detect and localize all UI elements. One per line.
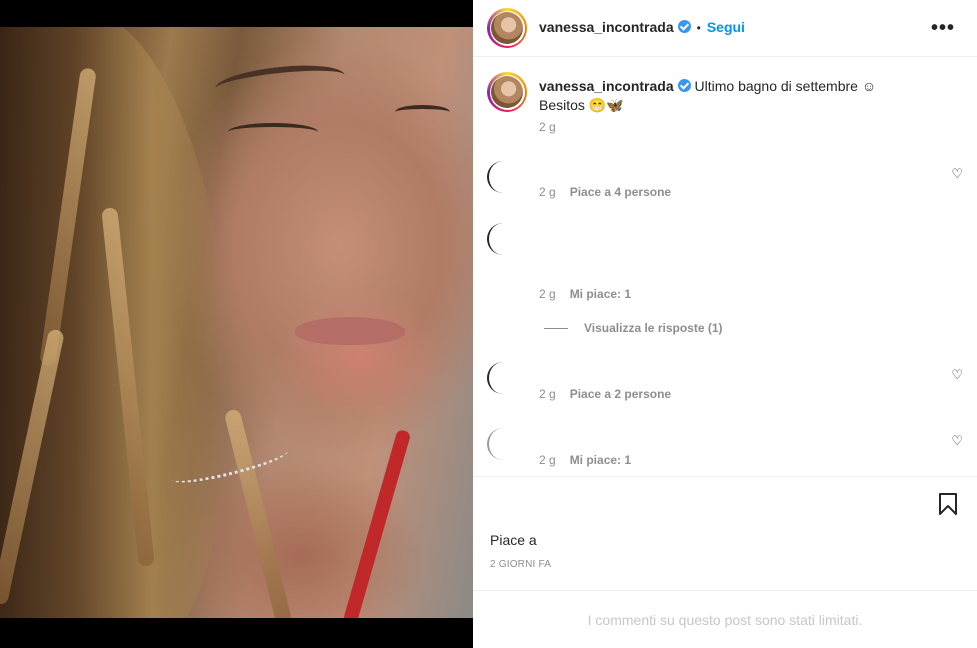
caption-text: vanessa_incontrada Ultimo bagno di sette… [539,77,959,115]
caption-body-line2: Besitos 😁🦋 [539,97,624,113]
comment-likes[interactable]: Mi piace: 1 [570,287,631,301]
comment-item: ♡ 2 g Piace a 2 persone [487,362,963,402]
instagram-post-modal: vanessa_incontrada • Segui ••• vanessa_inc… [0,0,977,648]
photo-hair-streak [223,408,293,618]
comment-likes[interactable]: Piace a 2 persone [570,387,671,401]
likes-summary[interactable]: Piace a [490,532,537,548]
heart-icon[interactable]: ♡ [951,367,963,383]
comment-item: ♡ 2 g Mi piace: 1 [487,428,963,468]
post-side-panel: vanessa_incontrada • Segui ••• vanessa_inc… [473,0,977,648]
post-date[interactable]: 2 GIORNI FA [490,559,551,570]
bookmark-icon[interactable] [939,493,957,515]
follow-button[interactable]: Segui [707,19,745,35]
separator-dot: • [696,21,701,35]
caption-avatar[interactable] [487,72,527,112]
comment-avatar[interactable] [487,161,519,193]
view-replies-button[interactable]: Visualizza le risposte (1) [544,321,723,335]
more-options-icon[interactable]: ••• [931,17,955,40]
verified-badge-icon [677,79,691,92]
avatar-image [491,76,523,108]
photo-eye [228,123,318,141]
photo-frame [0,0,473,648]
comment-time[interactable]: 2 g [539,387,556,401]
comment-meta: 2 g Mi piace: 1 [539,453,631,467]
post-photo[interactable] [0,27,473,618]
post-header: vanessa_incontrada • Segui ••• [473,0,977,57]
comment-avatar[interactable] [487,428,519,460]
photo-eyebrow [213,60,347,104]
photo-eye [395,105,450,119]
comments-limited-notice: I commenti su questo post sono stati lim… [473,590,977,648]
verified-badge-icon [677,20,691,33]
comment-time[interactable]: 2 g [539,453,556,467]
comment-likes[interactable]: Mi piace: 1 [570,453,631,467]
comment-item: 2 g Mi piace: 1 [487,223,963,303]
view-replies-label: Visualizza le risposte (1) [584,321,723,335]
avatar[interactable] [487,8,527,48]
comment-time[interactable]: 2 g [539,185,556,199]
caption-username[interactable]: vanessa_incontrada [539,78,674,94]
avatar-border [489,74,525,110]
header-user-line: vanessa_incontrada • Segui [539,19,745,35]
comment-time[interactable]: 2 g [539,287,556,301]
caption-body: Ultimo bagno di settembre ☺ [694,78,877,94]
avatar-border [489,10,525,46]
comment-meta: 2 g Piace a 4 persone [539,185,671,199]
heart-icon[interactable]: ♡ [951,433,963,449]
avatar-image [491,12,523,44]
heart-icon[interactable]: ♡ [951,166,963,182]
post-actions-bar [473,476,977,536]
photo-lips [295,317,405,345]
comment-item: ♡ 2 g Piace a 4 persone [487,161,963,201]
caption-time[interactable]: 2 g [539,120,556,134]
photo-strap [342,428,412,618]
comment-meta: 2 g Piace a 2 persone [539,387,671,401]
replies-line [544,327,568,329]
comment-avatar[interactable] [487,362,519,394]
comment-avatar[interactable] [487,223,519,255]
comment-likes[interactable]: Piace a 4 persone [570,185,671,199]
comment-meta: 2 g Mi piace: 1 [539,287,631,301]
header-username[interactable]: vanessa_incontrada [539,19,674,35]
